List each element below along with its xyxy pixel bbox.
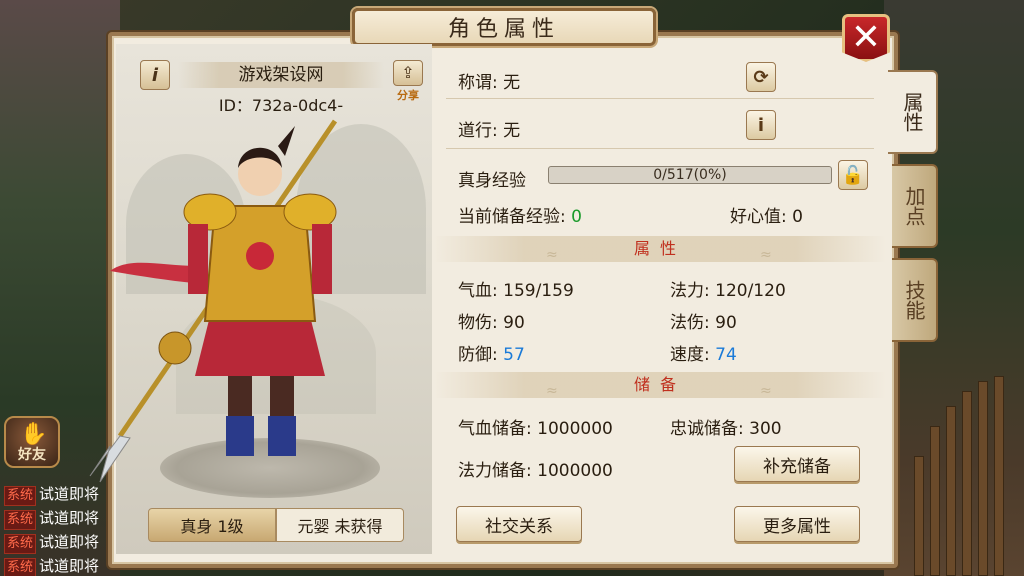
attributes-section-header: ≈ 属性 ≈ [434, 236, 886, 263]
share-icon: ⇪ [393, 60, 423, 86]
reserve-section-title: 储备 [633, 375, 686, 394]
unlock-icon: 🔓 [841, 164, 865, 186]
chat-text: 试道即将 [39, 485, 100, 503]
speed-row: 速度: 74 [670, 340, 737, 365]
more-attributes-button[interactable]: 更多属性 [734, 506, 860, 542]
tab-add-points[interactable]: 加点 [892, 164, 938, 248]
hp-row: 气血: 159/159 [458, 281, 574, 301]
info-icon: i [757, 114, 765, 136]
left-boot [226, 416, 254, 456]
dao-row: 道行: 无 [458, 121, 521, 141]
exp-progress-text: 0/517(0%) [653, 167, 727, 183]
ponytail [278, 126, 295, 156]
pencil-icon: i [151, 64, 159, 86]
mp-row: 法力: 120/120 [670, 281, 786, 301]
mp-reserve-row: 法力储备: 1000000 [458, 461, 613, 481]
goodwill-row: 好心值: 0 [730, 207, 803, 227]
stored-exp-value: 0 [571, 207, 582, 227]
refresh-icon: ⟳ [753, 66, 769, 88]
cloud-icon: ≈ [546, 247, 568, 263]
left-arm [188, 224, 208, 294]
chat-line: 系统 试道即将 [4, 506, 124, 530]
hp-reserve-row: 气血储备: 1000000 [458, 419, 613, 439]
defense-value: 57 [503, 345, 525, 365]
form-tabs: 真身 1级 元婴 未获得 [148, 508, 404, 542]
chat-text: 试道即将 [39, 509, 100, 527]
change-title-button[interactable]: ⟳ [746, 62, 776, 92]
stored-exp-label: 当前储备经验: [458, 207, 572, 227]
divider [446, 98, 874, 99]
mag-dmg-row: 法伤: 90 [670, 313, 737, 333]
defense-label: 防御: [458, 345, 504, 365]
spear-blade [89, 435, 131, 483]
attribute-info-area: 称谓: 无 ⟳ 道行: 无 i 真身经验 0/517(0%) 🔓 当前储备经验:… [434, 44, 886, 554]
player-id: ID：732a-0dc4- [218, 96, 344, 115]
defense-row: 防御: 57 [458, 340, 525, 365]
speed-label: 速度: [670, 345, 716, 365]
attributes-section-title: 属性 [633, 239, 686, 258]
share-button[interactable]: ⇪ 分享 [392, 60, 424, 102]
chat-text: 试道即将 [39, 533, 100, 551]
window-title: 角色属性 [447, 17, 560, 42]
right-arm [312, 224, 332, 294]
tab-skills-label: 技能 [902, 280, 926, 320]
share-label: 分享 [397, 89, 419, 102]
tab-add-points-label: 加点 [902, 186, 926, 226]
fence-decoration [914, 376, 1014, 576]
exp-label: 真身经验 [458, 171, 526, 191]
chat-line: 系统 试道即将 [4, 530, 124, 554]
system-tag: 系统 [4, 534, 37, 554]
tab-attributes[interactable]: 属性 [888, 70, 938, 154]
chat-log[interactable]: 系统 试道即将 系统 试道即将 系统 试道即将 系统 试道即将 [4, 482, 124, 576]
player-name: 游戏架设网 [178, 62, 384, 88]
friends-button[interactable]: ✋ 好友 [4, 416, 60, 468]
divider [446, 148, 874, 149]
social-relations-button[interactable]: 社交关系 [456, 506, 582, 542]
edit-name-button[interactable]: i [140, 60, 170, 90]
cloud-icon: ≈ [760, 247, 782, 263]
exp-progress-bar: 0/517(0%) [548, 166, 832, 184]
window-title-plate: 角色属性 [352, 8, 656, 46]
dao-info-button[interactable]: i [746, 110, 776, 140]
right-boot [268, 416, 296, 456]
cloud-icon: ≈ [760, 383, 782, 399]
stored-exp-row: 当前储备经验: 0 [458, 202, 582, 227]
friends-label: 好友 [18, 447, 46, 463]
chest-gem [246, 242, 274, 270]
chat-line: 系统 试道即将 [4, 554, 124, 576]
tab-skills[interactable]: 技能 [892, 258, 938, 342]
chat-text: 试道即将 [39, 557, 100, 575]
loyalty-reserve-row: 忠诚储备: 300 [670, 419, 782, 439]
reserve-section-header: ≈ 储备 ≈ [434, 372, 886, 399]
system-tag: 系统 [4, 510, 37, 530]
refill-reserve-button[interactable]: 补充储备 [734, 446, 860, 482]
phys-dmg-row: 物伤: 90 [458, 313, 525, 333]
cloud-icon: ≈ [546, 383, 568, 399]
system-tag: 系统 [4, 558, 37, 576]
skirt [195, 316, 325, 376]
tab-true-body[interactable]: 真身 1级 [148, 508, 276, 542]
title-row: 称谓: 无 [458, 73, 521, 93]
exp-lock-button[interactable]: 🔓 [838, 160, 868, 190]
tab-yuanying[interactable]: 元婴 未获得 [276, 508, 404, 542]
spear-ornament [158, 331, 192, 365]
tab-attributes-label: 属性 [900, 92, 924, 132]
system-tag: 系统 [4, 486, 37, 506]
character-model [89, 119, 338, 483]
speed-value: 74 [715, 345, 737, 365]
